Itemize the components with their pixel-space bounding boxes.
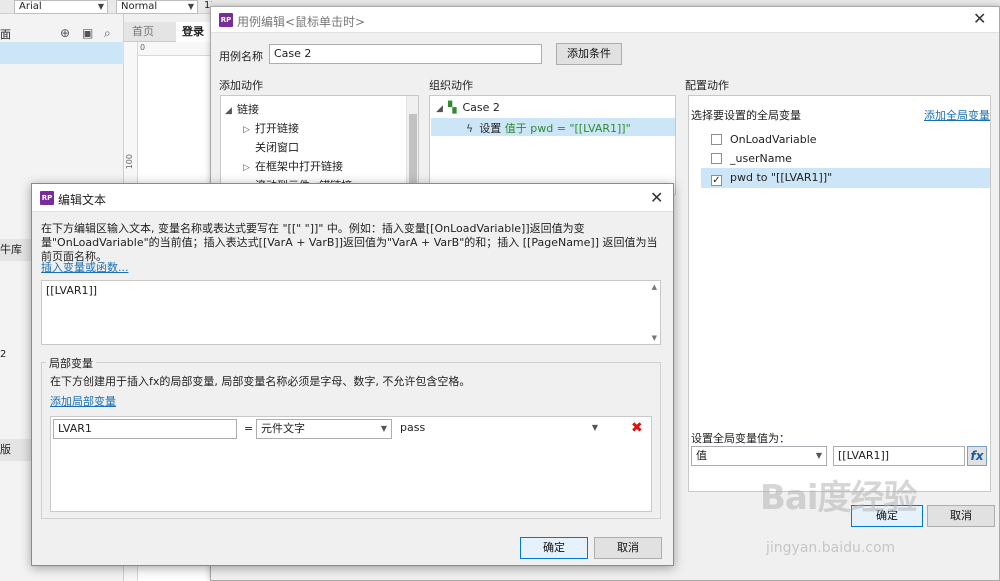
axure-rp-icon: RP (40, 191, 54, 205)
font-style-select[interactable]: Normal ▼ (116, 0, 198, 14)
add-actions-panel: ◢链接 ▷打开链接 关闭窗口 ▷在框架中打开链接 滚动到元件<锚链接> (220, 95, 419, 195)
checkbox[interactable] (711, 134, 722, 145)
local-variable-list: LVAR1 = 元件文字 ▼ pass ▼ ✖ (50, 416, 652, 512)
delete-icon[interactable]: ✖ (631, 420, 643, 436)
add-folder-icon[interactable]: ▣ (82, 26, 93, 40)
case-editor-titlebar: RP 用例编辑<鼠标单击时> ✕ (211, 7, 999, 33)
variable-item-pwd[interactable]: ✓ pwd to "[[LVAR1]]" (711, 171, 832, 186)
add-global-variable-link[interactable]: 添加全局变量 (924, 107, 990, 123)
close-icon[interactable]: ✕ (973, 11, 986, 27)
value-type-value: 值 (696, 449, 707, 462)
edit-text-title: 编辑文本 (58, 193, 107, 207)
editor-content: [[LVAR1]] (46, 284, 98, 297)
add-condition-button[interactable]: 添加条件 (556, 43, 622, 65)
triangle-down-icon: ◢ (436, 104, 443, 114)
case-editor-title: 用例编辑<鼠标单击时> (237, 15, 366, 29)
case-tree-label: Case 2 (462, 101, 500, 114)
search-icon[interactable]: ⌕ (104, 26, 111, 41)
ruler-label-100: 100 (125, 154, 134, 170)
chevron-down-icon: ▼ (380, 424, 387, 433)
triangle-right-icon: ▷ (243, 163, 250, 173)
edit-text-titlebar: RP 编辑文本 ✕ (32, 184, 673, 212)
actions-scrollbar[interactable] (406, 96, 418, 194)
local-variable-type-value: 元件文字 (261, 422, 305, 435)
value-type-select[interactable]: 值 ▼ (691, 446, 827, 466)
tree-item-open-link[interactable]: ▷ 打开链接 (243, 120, 299, 136)
case-icon: ▚ (448, 101, 457, 114)
insert-variable-link[interactable]: 插入变量或函数... (41, 259, 129, 275)
organize-actions-header: 组织动作 (429, 79, 473, 92)
close-icon[interactable]: ✕ (650, 190, 663, 206)
horizontal-ruler: 0 (138, 42, 214, 56)
set-variable-action[interactable]: ϟ 设置 值于 pwd = "[[LVAR1]]" (466, 120, 631, 136)
tab-login[interactable]: 登录 (176, 22, 210, 42)
scrollbar-thumb[interactable] (409, 114, 417, 184)
variable-label: OnLoadVariable (730, 133, 817, 146)
lightning-icon: ϟ (466, 122, 474, 135)
target-widget-select[interactable]: pass ▼ (396, 419, 602, 439)
tree-item-label: 链接 (237, 103, 259, 116)
global-variable-list: OnLoadVariable _userName ✓ pwd to "[[LVAR… (701, 128, 990, 188)
local-variable-name-input[interactable]: LVAR1 (53, 419, 237, 439)
global-value-input[interactable]: [[LVAR1]] (833, 446, 965, 466)
variable-item-username[interactable]: _userName (711, 152, 792, 165)
selected-page-row[interactable] (0, 42, 124, 64)
variable-label: _userName (730, 152, 792, 165)
fx-button[interactable]: fx (967, 446, 987, 466)
configure-actions-panel: 选择要设置的全局变量 添加全局变量 OnLoadVariable _userNa… (688, 95, 991, 492)
action-detail: 值于 pwd = "[[LVAR1]]" (504, 122, 631, 135)
scroll-down-icon[interactable]: ▼ (652, 334, 657, 342)
local-variables-description: 在下方创建用于插入fx的局部变量, 局部变量名称必须是字母、数字, 不允许包含空… (50, 375, 471, 388)
case-name-input[interactable]: Case 2 (269, 44, 542, 64)
chevron-down-icon: ▼ (187, 2, 194, 11)
configure-actions-header: 配置动作 (685, 79, 729, 92)
edit-ok-button[interactable]: 确定 (520, 537, 588, 559)
edit-cancel-button[interactable]: 取消 (594, 537, 662, 559)
variable-item-onloadvariable[interactable]: OnLoadVariable (711, 133, 817, 146)
font-style-value: Normal (121, 1, 158, 12)
triangle-right-icon: ▷ (243, 125, 250, 135)
equals-sign: = (244, 422, 254, 435)
action-prefix: 设置 (479, 122, 502, 135)
tree-item-open-in-frame[interactable]: ▷ 在框架中打开链接 (243, 158, 343, 174)
add-local-variable-link[interactable]: 添加局部变量 (50, 393, 116, 409)
select-global-label: 选择要设置的全局变量 (691, 109, 801, 122)
tree-item-label: 在框架中打开链接 (255, 160, 343, 173)
tab-home[interactable]: 首页 (126, 22, 160, 42)
checkbox[interactable] (711, 153, 722, 164)
add-page-icon[interactable]: ⊕ (60, 26, 70, 40)
target-widget-value: pass (400, 421, 426, 434)
checkbox-checked[interactable]: ✓ (711, 175, 722, 186)
pages-panel-title: 面 (0, 28, 11, 41)
text-editor[interactable]: [[LVAR1]] ▲ ▼ (41, 280, 661, 345)
library-count: 2 (0, 349, 7, 360)
tree-item-label: 打开链接 (255, 122, 299, 135)
scroll-up-icon[interactable]: ▲ (652, 283, 657, 291)
local-variables-legend: 局部变量 (46, 355, 96, 371)
tree-item-links[interactable]: ◢ 链接 (225, 101, 259, 117)
organize-actions-panel: ◢ ▚ Case 2 ϟ 设置 值于 pwd = "[[LVAR1]]" (429, 95, 676, 195)
triangle-down-icon: ◢ (225, 106, 232, 116)
tree-item-close-window[interactable]: 关闭窗口 (255, 139, 299, 155)
case-cancel-button[interactable]: 取消 (927, 505, 995, 527)
local-variable-type-select[interactable]: 元件文字 ▼ (256, 419, 392, 439)
tree-item-label: 关闭窗口 (255, 141, 299, 154)
set-global-value-label: 设置全局变量值为： (691, 432, 790, 445)
chevron-down-icon: ▼ (815, 451, 822, 460)
case-tree-item[interactable]: ◢ ▚ Case 2 (436, 101, 500, 114)
case-name-label: 用例名称 (219, 50, 263, 63)
baidu-watermark: Bai度经验 (760, 478, 918, 518)
edit-text-dialog: RP 编辑文本 ✕ 在下方编辑区输入文本, 变量名称或表达式要写在 "[[" "… (31, 183, 674, 566)
baidu-watermark-url: jingyan.baidu.com (766, 540, 896, 556)
chevron-down-icon: ▼ (591, 423, 598, 432)
axure-rp-icon: RP (219, 13, 233, 27)
font-family-value: Arial (19, 1, 42, 12)
variable-label: pwd to "[[LVAR1]]" (730, 171, 833, 184)
edit-text-description: 在下方编辑区输入文本, 变量名称或表达式要写在 "[[" "]]" 中。例如：插… (41, 222, 658, 263)
ruler-label-0: 0 (140, 43, 146, 52)
add-actions-header: 添加动作 (219, 79, 263, 92)
chevron-down-icon: ▼ (97, 2, 104, 11)
font-family-select[interactable]: Arial ▼ (14, 0, 108, 14)
